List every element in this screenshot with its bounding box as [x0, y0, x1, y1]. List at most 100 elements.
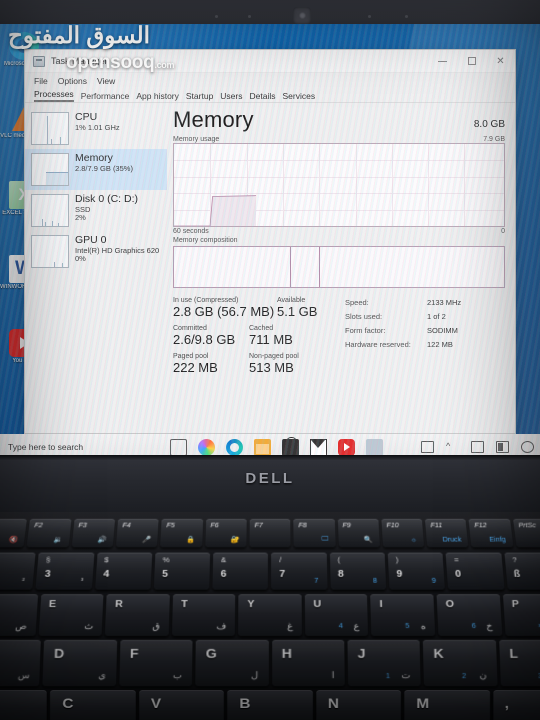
keyboard-row-qwertz: Wص Eث Rق Tف Yغ Uع4 Iه5 Oخ6 Pح×: [0, 594, 540, 637]
stat-label-paged-pool: Paged pool: [173, 353, 209, 360]
tab-processes[interactable]: Processes: [34, 89, 74, 102]
key-u[interactable]: Uع4: [304, 594, 369, 637]
key-j[interactable]: Jت1: [347, 639, 421, 687]
key-t[interactable]: Tف: [171, 594, 236, 637]
sidebar-item-detail: 2.8/7.9 GB (35%): [75, 163, 133, 173]
key-s[interactable]: Sس: [0, 639, 42, 687]
tab-services[interactable]: Services: [282, 91, 315, 102]
app-icon[interactable]: [366, 438, 383, 456]
key-sharp-s[interactable]: ? ß: [504, 552, 540, 590]
hardware-row-slots: Slots used: 1 of 2: [345, 312, 505, 321]
battery-icon[interactable]: [496, 441, 509, 453]
key-3[interactable]: § 3 ³: [35, 552, 95, 590]
key-f5[interactable]: F5 🔒: [160, 518, 203, 548]
menu-options[interactable]: Options: [58, 76, 87, 86]
sidebar-item-detail2: 2%: [75, 213, 86, 223]
key-i[interactable]: Iه5: [370, 594, 436, 637]
close-button[interactable]: ✕: [486, 50, 515, 73]
tab-startup[interactable]: Startup: [186, 91, 213, 102]
key-f10[interactable]: F10 ☼: [381, 518, 425, 548]
tab-app-history[interactable]: App history: [136, 91, 179, 102]
task-view-icon[interactable]: [170, 438, 187, 456]
stat-value-non-paged-pool: 513 MB: [249, 360, 294, 375]
sidebar-item-gpu[interactable]: GPU 0 Intel(R) HD Graphics 620 0%: [25, 231, 167, 272]
sidebar-item-label: Memory: [75, 152, 113, 164]
key-f[interactable]: Fب: [119, 639, 193, 687]
key-f11[interactable]: F11 Druck: [425, 518, 469, 548]
show-hidden-icons-chevron[interactable]: ^: [446, 441, 459, 453]
dell-logo: DELL: [245, 470, 295, 487]
key-f1[interactable]: F1🔇: [0, 518, 28, 548]
file-explorer-icon[interactable]: [254, 438, 271, 456]
key-8[interactable]: (8 8: [329, 552, 387, 590]
sidebar-item-detail: Intel(R) HD Graphics 620: [75, 246, 160, 255]
key-o[interactable]: Oخ6: [436, 594, 502, 637]
news-weather-icon[interactable]: [421, 441, 434, 453]
minimize-button[interactable]: [428, 50, 457, 73]
sidebar-item-memory[interactable]: Memory 2.8/7.9 GB (35%): [25, 149, 167, 190]
key-x[interactable]: X: [0, 690, 48, 720]
key-n[interactable]: N: [315, 690, 402, 720]
tab-details[interactable]: Details: [250, 91, 276, 102]
watermark-arabic: السوق المفتوح: [8, 22, 151, 48]
memory-composition-bar[interactable]: [173, 246, 505, 288]
key-comma[interactable]: ,: [492, 690, 540, 720]
camera-icon[interactable]: [471, 441, 484, 453]
stat-label-non-paged-pool: Non-paged pool: [249, 353, 299, 360]
gpu-thumbnail-graph: [31, 235, 69, 268]
hardware-key: Speed:: [345, 298, 369, 307]
key-f7[interactable]: F7: [249, 518, 291, 548]
key-f9[interactable]: F9 🔍: [337, 518, 380, 548]
key-b[interactable]: B: [227, 690, 313, 720]
key-f12[interactable]: F12 Einfg: [468, 518, 514, 548]
microsoft-store-icon[interactable]: [282, 436, 299, 456]
key-m[interactable]: M: [404, 690, 490, 720]
tab-users[interactable]: Users: [220, 91, 242, 102]
menu-file[interactable]: File: [34, 76, 48, 86]
key-r[interactable]: Rق: [104, 594, 170, 637]
key-0[interactable]: = 0: [445, 552, 505, 590]
key-l[interactable]: Lم3: [498, 639, 540, 687]
key-p[interactable]: Pح×: [502, 594, 540, 637]
sidebar-item-label: GPU 0: [75, 234, 107, 246]
key-prtsc[interactable]: PrtSc: [512, 518, 540, 548]
key-g[interactable]: Gل: [195, 639, 269, 687]
keyboard-row-numbers: "2² §3³ $4 %5 &6 /77 (88 )99 =0 ?ß: [0, 552, 540, 590]
menu-view[interactable]: View: [97, 76, 115, 86]
key-6[interactable]: & 6: [212, 552, 269, 590]
edge-icon[interactable]: [226, 438, 243, 456]
key-f8[interactable]: F8 🖵: [293, 518, 336, 548]
key-2[interactable]: "2²: [0, 552, 36, 590]
key-5[interactable]: % 5: [153, 552, 211, 590]
watermark-brand: opensooq.com: [66, 52, 174, 74]
key-y[interactable]: Yغ: [238, 594, 302, 637]
key-7[interactable]: /7 7: [271, 552, 328, 590]
memory-usage-label: Memory usage: [173, 136, 220, 143]
key-f4[interactable]: F4 🎤: [115, 518, 159, 548]
hardware-row-reserved: Hardware reserved: 122 MB: [345, 340, 505, 349]
key-f2[interactable]: F2 🔉: [26, 518, 72, 548]
hardware-key: Slots used:: [345, 312, 383, 321]
key-w[interactable]: Wص: [0, 594, 38, 637]
key-d[interactable]: Dي: [42, 639, 117, 687]
key-v[interactable]: V: [138, 690, 225, 720]
maximize-button[interactable]: [457, 50, 486, 73]
key-e[interactable]: Eث: [38, 594, 104, 637]
key-h[interactable]: Hا: [271, 639, 345, 687]
sidebar-item-cpu[interactable]: CPU 1% 1.01 GHz: [25, 108, 167, 149]
key-k[interactable]: Kن2: [423, 639, 498, 687]
memory-usage-graph: [173, 143, 505, 227]
key-f3[interactable]: F3 🔊: [71, 518, 116, 548]
copilot-icon[interactable]: [198, 438, 215, 456]
search-input[interactable]: Type here to search: [0, 442, 160, 452]
network-icon[interactable]: [521, 441, 534, 453]
mail-icon[interactable]: [310, 438, 327, 456]
key-9[interactable]: ) 9 9: [387, 552, 446, 590]
key-f6[interactable]: F6 🔐: [204, 518, 247, 548]
tab-performance[interactable]: Performance: [81, 91, 130, 102]
sidebar-item-disk[interactable]: Disk 0 (C: D:) SSD 2%: [25, 190, 167, 231]
youtube-icon[interactable]: [338, 438, 355, 456]
cpu-thumbnail-graph: [31, 112, 69, 145]
key-c[interactable]: C: [50, 690, 136, 720]
key-4[interactable]: $4: [94, 552, 153, 590]
